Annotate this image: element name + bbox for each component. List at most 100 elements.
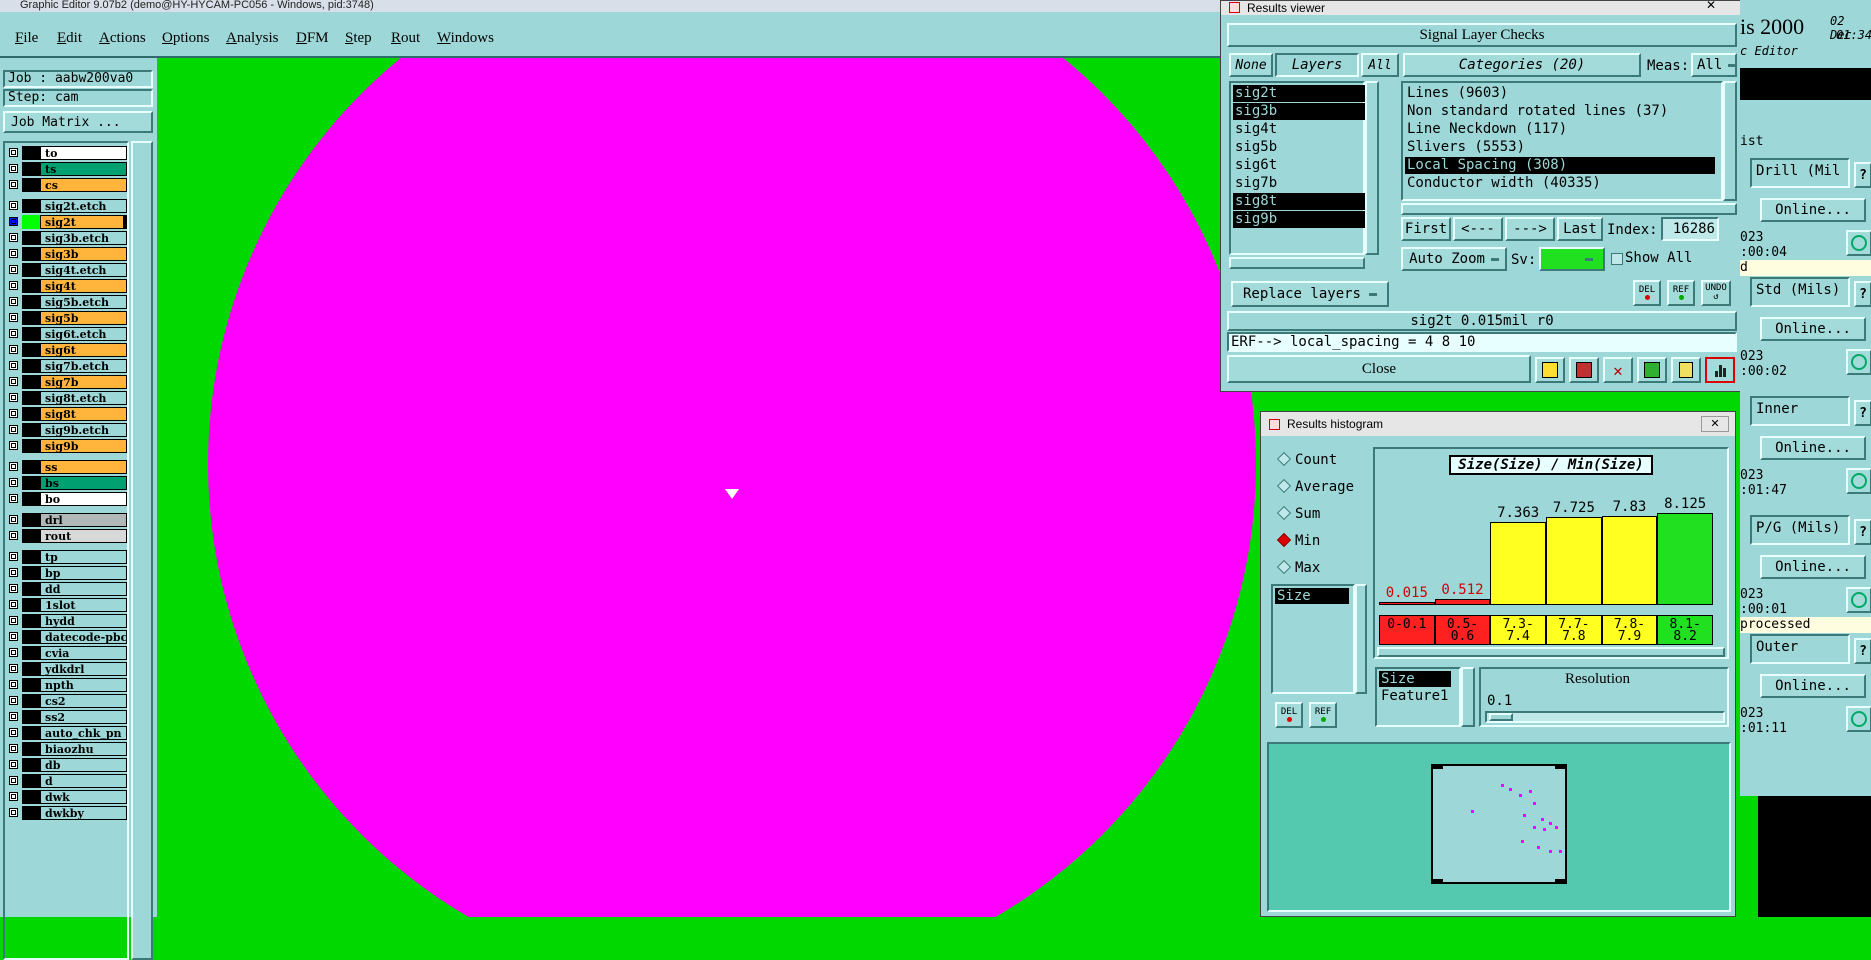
layer-row-ydkdrl[interactable]: ydkdrl [6,662,127,676]
close-icon[interactable]: ✕ [1693,0,1729,13]
measure-icon-button[interactable] [1535,357,1565,383]
layer-row-datecode-pbc[interactable]: datecode-pbc [6,630,127,644]
category-list-hscroll[interactable] [1401,203,1737,215]
layer-checkbox[interactable] [9,297,18,306]
category-item[interactable]: Lines (9603) [1405,85,1715,102]
online-button[interactable]: Online... [1760,317,1866,341]
attr-item[interactable]: Size [1379,671,1451,687]
zoom-button[interactable] [1846,230,1871,256]
layer-row-sig3b.etch[interactable]: sig3b.etch [6,231,127,245]
layer-row-sig7b.etch[interactable]: sig7b.etch [6,359,127,373]
layer-checkbox[interactable] [9,281,18,290]
layer-checkbox[interactable] [9,441,18,450]
layer-checkbox[interactable] [9,409,18,418]
layer-checkbox[interactable] [9,712,18,721]
layer-checkbox[interactable] [9,425,18,434]
layer-list-scrollbar[interactable] [131,141,153,960]
layer-row-dwk[interactable]: dwk [6,790,127,804]
layer-row-1slot[interactable]: 1slot [6,598,127,612]
index-field[interactable]: 16286 [1661,217,1719,241]
layer-row-to[interactable]: to [6,146,127,160]
histogram-bar[interactable] [1490,521,1546,605]
layer-checkbox[interactable] [9,632,18,641]
layer-checkbox[interactable] [9,313,18,322]
bg-field[interactable]: Inner [1750,396,1850,426]
mode-radio-min[interactable]: Min [1276,532,1320,549]
replace-layers-dropdown[interactable]: Replace layers [1231,281,1389,307]
layer-checkbox[interactable] [9,217,18,226]
categories-tab[interactable]: Categories (20) [1403,53,1641,77]
help-button[interactable]: ? [1854,638,1871,664]
category-item[interactable]: Conductor width (40335) [1405,175,1715,192]
filter-icon-button[interactable]: ✕ [1603,357,1633,383]
menu-windows[interactable]: Windows [437,30,494,47]
help-button[interactable]: ? [1854,281,1871,307]
layer-select-item[interactable]: sig6t [1233,157,1375,174]
resolution-slider-thumb[interactable] [1489,713,1513,721]
layer-checkbox[interactable] [9,361,18,370]
layer-select-item[interactable]: sig7b [1233,175,1375,192]
layer-select-item[interactable]: sig4t [1233,121,1375,138]
layer-checkbox[interactable] [9,377,18,386]
layer-select-item[interactable]: sig2t [1233,85,1375,102]
first-button[interactable]: First [1401,217,1451,241]
layer-row-rout[interactable]: rout [6,529,127,543]
close-button[interactable]: Close [1227,355,1531,383]
layer-checkbox[interactable] [9,478,18,487]
layer-checkbox[interactable] [9,680,18,689]
ref-button[interactable]: REF [1667,280,1695,306]
menu-analysis[interactable]: Analysis [226,30,279,47]
layer-row-sig4t[interactable]: sig4t [6,279,127,293]
layer-row-sig4t.etch[interactable]: sig4t.etch [6,263,127,277]
layer-row-bo[interactable]: bo [6,492,127,506]
attr-list[interactable]: Size Feature1 [1375,667,1461,727]
online-button[interactable]: Online... [1760,436,1866,460]
layer-checkbox[interactable] [9,462,18,471]
layer-row-drl[interactable]: drl [6,513,127,527]
layer-checkbox[interactable] [9,552,18,561]
layer-checkbox[interactable] [9,233,18,242]
layer-checkbox[interactable] [9,792,18,801]
layer-row-cs2[interactable]: cs2 [6,694,127,708]
next-button[interactable]: ---> [1505,217,1555,241]
help-button[interactable]: ? [1854,519,1871,545]
histogram-bar[interactable] [1434,599,1491,605]
layer-row-ss2[interactable]: ss2 [6,710,127,724]
menu-actions[interactable]: Actions [99,30,146,47]
layer-row-sig2t[interactable]: sig2t [6,215,127,229]
layer-checkbox[interactable] [9,648,18,657]
attr-list-vscroll[interactable] [1461,667,1475,727]
layer-row-sig9b[interactable]: sig9b [6,439,127,453]
layer-list-hscroll[interactable] [1229,257,1365,269]
layer-row-db[interactable]: db [6,758,127,772]
mode-radio-max[interactable]: Max [1276,559,1320,576]
stat-list-vscroll[interactable] [1355,584,1367,694]
layer-checkbox[interactable] [9,728,18,737]
stat-list-item[interactable]: Size [1275,588,1349,604]
layer-select-list[interactable]: sig2t sig3b sig4t sig5b sig6t sig7b sig8t sig9b [1229,81,1375,255]
layer-row-sig2t.etch[interactable]: sig2t.etch [6,199,127,213]
category-item[interactable]: Line Neckdown (117) [1405,121,1715,138]
layer-checkbox[interactable] [9,494,18,503]
undo-button[interactable]: UNDO ↺ [1701,280,1731,306]
bg-field[interactable]: Drill (Mil [1750,158,1850,188]
last-button[interactable]: Last [1557,217,1603,241]
layers-tab[interactable]: Layers [1275,53,1359,77]
menu-options[interactable]: Options [162,30,210,47]
layer-checkbox[interactable] [9,744,18,753]
layer-row-cvia[interactable]: cvia [6,646,127,660]
help-button[interactable]: ? [1854,162,1871,188]
layer-checkbox[interactable] [9,393,18,402]
layer-row-auto_chk_pn[interactable]: auto_chk_pn [6,726,127,740]
menu-step[interactable]: Step [345,30,372,47]
zoom-button[interactable] [1846,587,1871,613]
histogram-bar[interactable] [1546,517,1602,605]
help-button[interactable]: ? [1854,400,1871,426]
histogram-icon-button[interactable] [1705,357,1735,383]
layer-row-biaozhu[interactable]: biaozhu [6,742,127,756]
layer-row-hydd[interactable]: hydd [6,614,127,628]
layer-row-dwkby[interactable]: dwkby [6,806,127,820]
layer-row-ss[interactable]: ss [6,460,127,474]
refresh-icon-button[interactable] [1637,357,1667,383]
layer-checkbox[interactable] [9,164,18,173]
